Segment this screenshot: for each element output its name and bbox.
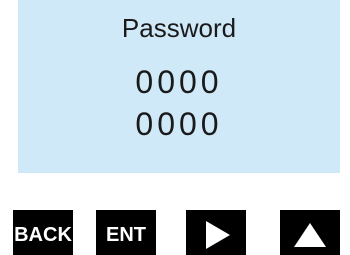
enter-button[interactable]: ENT: [96, 210, 156, 255]
lcd-line-1: 0000: [135, 64, 223, 100]
triangle-right-icon: [206, 221, 230, 249]
lcd-title: Password: [121, 13, 237, 43]
up-arrow-button[interactable]: [280, 210, 340, 255]
right-arrow-button[interactable]: [186, 210, 246, 255]
keypad-device: Password 0000 0000 BACK ENT: [0, 0, 350, 255]
enter-button-label: ENT: [106, 223, 146, 246]
lcd-display: Password 0000 0000: [18, 0, 340, 173]
back-button-label: BACK: [14, 223, 72, 246]
lcd-line-2: 0000: [135, 106, 223, 142]
back-button[interactable]: BACK: [13, 210, 73, 255]
triangle-up-icon: [294, 223, 326, 247]
